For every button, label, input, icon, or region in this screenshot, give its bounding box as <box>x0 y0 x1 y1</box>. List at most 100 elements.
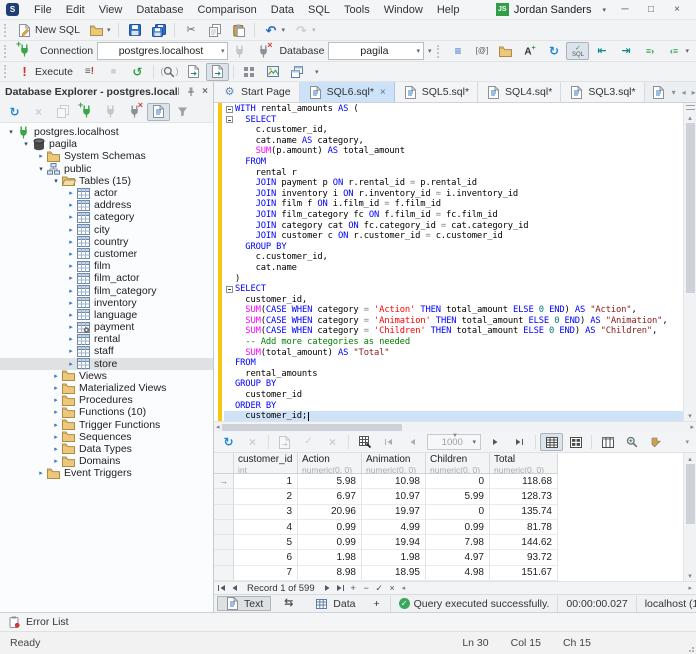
toolbar-overflow-icon[interactable]: ▾ <box>309 68 319 76</box>
cut-button[interactable]: ✂ <box>179 21 202 39</box>
collapse-icon[interactable]: ▾ <box>21 140 31 148</box>
tree-item-store[interactable]: ▸store <box>0 358 213 370</box>
record-prev-button[interactable] <box>229 583 240 594</box>
edit-parameters-button[interactable]: ≡ <box>446 42 469 60</box>
grid-cell[interactable]: 0 <box>426 505 490 520</box>
toolbar-grip[interactable] <box>437 45 442 58</box>
refresh-results-button[interactable]: ↻ <box>217 433 240 451</box>
grid-cell[interactable]: 20.96 <box>298 505 362 520</box>
grid-cell[interactable]: 6.97 <box>298 489 362 504</box>
table-row[interactable]: 26.9710.975.99128.73 <box>214 489 683 504</box>
expand-icon[interactable]: ▸ <box>51 396 61 404</box>
text-view-tab[interactable]: Text <box>217 596 271 611</box>
expand-icon[interactable]: ▸ <box>66 189 76 197</box>
expand-icon[interactable]: ▸ <box>66 250 76 258</box>
menu-view[interactable]: View <box>92 4 130 16</box>
page-last-button[interactable] <box>508 433 531 451</box>
tree-item-film-actor[interactable]: ▸film_actor <box>0 272 213 284</box>
user-account[interactable]: JS Jordan Sanders ▾ <box>496 3 612 16</box>
fetch-all-rows-button[interactable] <box>353 433 376 451</box>
swap-layout-tab[interactable]: ⇆ <box>273 596 304 611</box>
record-next-button[interactable] <box>322 583 333 594</box>
editor-horizontal-scrollbar[interactable]: ◂ ▸ <box>214 421 696 432</box>
incremental-search-button[interactable] <box>620 433 643 451</box>
paste-button[interactable] <box>227 21 250 39</box>
tree-item-payment[interactable]: ▸payment <box>0 321 213 333</box>
tab-sql5-sql[interactable]: SQL5.sql* <box>395 82 478 102</box>
expand-icon[interactable]: ▸ <box>66 360 76 368</box>
menu-edit[interactable]: Edit <box>59 4 92 16</box>
menu-data[interactable]: Data <box>264 4 301 16</box>
expand-icon[interactable]: ▸ <box>66 323 76 331</box>
tab-sql3-sql[interactable]: SQL3.sql* <box>561 82 644 102</box>
menu-comparison[interactable]: Comparison <box>190 4 263 16</box>
menu-database[interactable]: Database <box>129 4 190 16</box>
table-row[interactable]: 78.9818.954.98151.67 <box>214 566 683 581</box>
expand-icon[interactable]: ▸ <box>66 262 76 270</box>
tree-item-city[interactable]: ▸city <box>0 224 213 236</box>
grid-cell[interactable]: 19.94 <box>362 535 426 550</box>
tree-item-film-category[interactable]: ▸film_category <box>0 284 213 296</box>
grid-cell[interactable]: 0.99 <box>298 535 362 550</box>
grid-cell[interactable]: 6 <box>234 550 298 565</box>
decrease-indent-button[interactable]: ⇤ <box>590 42 613 60</box>
grid-cell[interactable]: 10.97 <box>362 489 426 504</box>
cancel-execution-button[interactable]: × <box>241 433 264 451</box>
toolbar-grip[interactable] <box>4 45 9 58</box>
tree-item-staff[interactable]: ▸staff <box>0 345 213 357</box>
record-append-button[interactable]: + <box>348 583 359 594</box>
new-connection-button[interactable]: + <box>13 42 36 60</box>
refresh-document-button[interactable]: ↻ <box>542 42 565 60</box>
expand-icon[interactable]: ▸ <box>66 311 76 319</box>
grid-cell[interactable]: 4.98 <box>426 566 490 581</box>
page-first-button[interactable] <box>377 433 400 451</box>
fold-collapse-icon[interactable] <box>226 116 233 123</box>
tree-item-data-types[interactable]: ▸Data Types <box>0 443 213 455</box>
disconnect-button[interactable]: × <box>252 42 275 60</box>
grid-cell[interactable]: 3 <box>234 505 298 520</box>
column-header-total[interactable]: Totalnumeric(0, 0) <box>490 453 558 474</box>
increase-indent-button[interactable]: ⇥ <box>614 42 637 60</box>
expand-icon[interactable]: ▸ <box>66 335 76 343</box>
table-row[interactable]: 61.981.984.9793.72 <box>214 550 683 565</box>
grid-cell[interactable]: 5.99 <box>426 489 490 504</box>
scroll-right-icon[interactable]: ▸ <box>690 423 694 431</box>
redo-button[interactable]: ↷▾ <box>290 21 320 39</box>
chevron-down-icon[interactable]: ▾ <box>596 6 612 14</box>
tree-item-postgres-localhost[interactable]: ▾postgres.localhost <box>0 126 213 138</box>
close-button[interactable]: × <box>664 4 690 15</box>
tree-item-address[interactable]: ▸address <box>0 199 213 211</box>
grid-cell[interactable]: 19.97 <box>362 505 426 520</box>
grid-cell[interactable]: 18.95 <box>362 566 426 581</box>
tree-item-public[interactable]: ▾public <box>0 163 213 175</box>
table-row[interactable]: →15.9810.980118.68 <box>214 474 683 489</box>
grid-cell[interactable]: 128.73 <box>490 489 558 504</box>
grid-cell[interactable]: 7 <box>234 566 298 581</box>
error-list-bar[interactable]: Error List <box>0 612 696 631</box>
expand-icon[interactable]: ▸ <box>66 287 76 295</box>
grid-cell[interactable]: 0.99 <box>426 520 490 535</box>
tree-item-trigger-functions[interactable]: ▸Trigger Functions <box>0 419 213 431</box>
disconnect-button[interactable]: × <box>123 103 146 121</box>
export-document-button[interactable] <box>182 63 205 81</box>
scroll-right-icon[interactable]: ▸ <box>688 584 692 592</box>
tree-item-rental[interactable]: ▸rental <box>0 333 213 345</box>
scroll-tabs-left-icon[interactable]: ◂ <box>682 88 686 97</box>
tree-item-language[interactable]: ▸language <box>0 309 213 321</box>
cancel-changes-button[interactable]: × <box>321 433 344 451</box>
scroll-up-icon[interactable]: ▴ <box>684 112 696 123</box>
save-button[interactable] <box>123 21 146 39</box>
tree-item-domains[interactable]: ▸Domains <box>0 455 213 467</box>
expand-icon[interactable]: ▸ <box>66 238 76 246</box>
expand-icon[interactable]: ▸ <box>66 347 76 355</box>
table-row[interactable]: 320.9619.970135.74 <box>214 505 683 520</box>
menu-tools[interactable]: Tools <box>337 4 377 16</box>
increase-font-button[interactable]: A+ <box>518 42 541 60</box>
grid-cell[interactable]: 0 <box>426 474 490 489</box>
scrollbar-thumb[interactable] <box>686 464 695 524</box>
table-row[interactable]: 50.9919.947.98144.62 <box>214 535 683 550</box>
export-data-button[interactable] <box>273 433 296 451</box>
tree-item-tables-15[interactable]: ▾Tables (15) <box>0 175 213 187</box>
expand-icon[interactable]: ▸ <box>66 201 76 209</box>
connection-select[interactable]: postgres.localhost ▾ <box>97 42 228 60</box>
